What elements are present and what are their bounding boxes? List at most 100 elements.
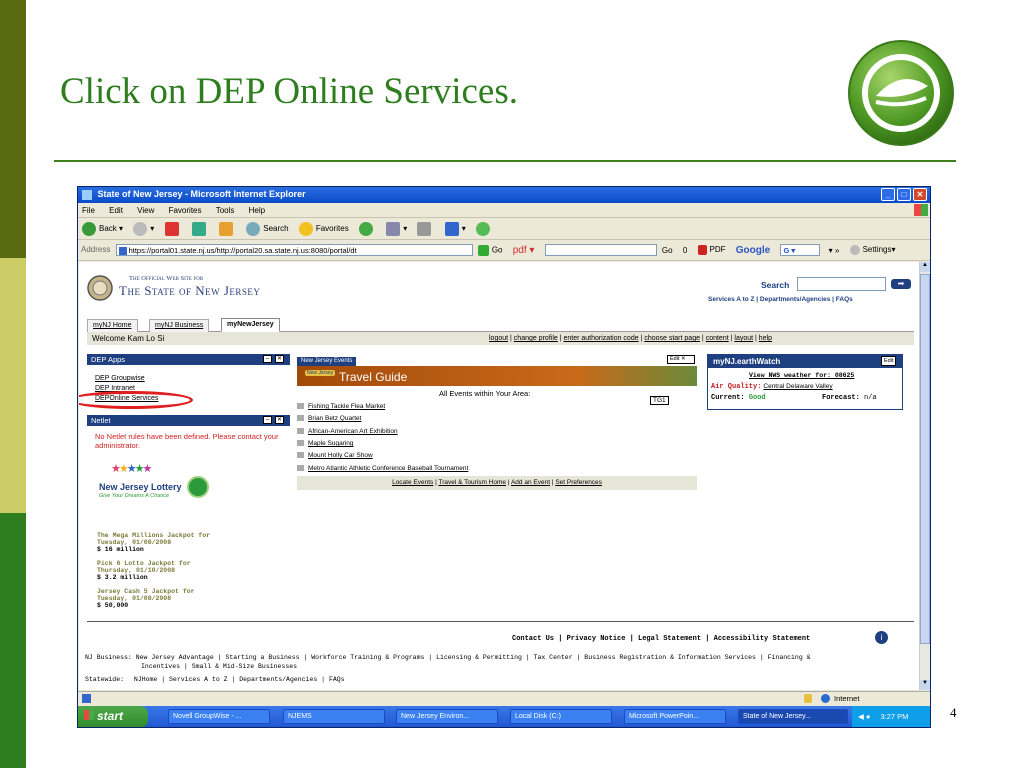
menu-tools[interactable]: Tools [216, 206, 235, 215]
help-link[interactable]: help [759, 335, 772, 342]
task-nj-environ[interactable]: New Jersey Environ... [396, 709, 498, 724]
tray-icons[interactable]: ◀ ● [858, 712, 872, 721]
lottery-stars-icon: ★★★★★ [111, 463, 152, 475]
task-label: Microsoft PowerPoin... [629, 713, 700, 720]
task-njems[interactable]: NJEMS [283, 709, 385, 724]
close-panel-icon[interactable]: ✕ [275, 355, 284, 363]
add-event-link[interactable]: Add an Event [511, 479, 550, 486]
start-button[interactable]: start [78, 706, 148, 727]
task-powerpoint[interactable]: Microsoft PowerPoin... [624, 709, 726, 724]
event-link[interactable]: Mount Holly Car Show [308, 452, 373, 459]
tab-mynj-business[interactable]: myNJ Business [149, 319, 210, 332]
minimize-panel-icon[interactable]: – [263, 416, 272, 424]
close-icon[interactable]: ✕ [913, 188, 927, 201]
pdf-button[interactable]: PDF [697, 245, 726, 255]
maximize-icon[interactable]: □ [897, 188, 911, 201]
accessibility-icon[interactable]: i [875, 631, 888, 644]
pdf-count: 0 [683, 246, 687, 255]
mail-button[interactable]: ▾ [386, 222, 407, 236]
event-link[interactable]: Fishing Tackle Flea Market [308, 403, 385, 410]
event-item[interactable]: Brian Betz Quartet [297, 415, 361, 422]
locate-events-link[interactable]: Locate Events [392, 479, 433, 486]
favorites-button[interactable]: Favorites [298, 222, 349, 236]
footer-links[interactable]: Contact Us | Privacy Notice | Legal Stat… [512, 635, 810, 643]
scroll-down-icon[interactable]: ▼ [920, 680, 930, 690]
pdf-go-button[interactable]: Go [662, 246, 673, 255]
event-link[interactable]: Metro Atlantic Athletic Conference Baseb… [308, 465, 468, 472]
forward-button[interactable]: ▾ [133, 222, 154, 236]
weather-link[interactable]: View NWS weather for: 08625 [749, 372, 854, 379]
minimize-icon[interactable]: _ [881, 188, 895, 201]
content-link[interactable]: content [706, 335, 729, 342]
event-item[interactable]: Fishing Tackle Flea Market [297, 403, 385, 410]
nj-business-links[interactable]: New Jersey Advantage | Starting a Busine… [136, 654, 811, 661]
dep-groupwise-link[interactable]: DEP Groupwise [95, 375, 145, 382]
event-link[interactable]: African-American Art Exhibition [308, 428, 398, 435]
lottery-item: Jersey Cash 5 Jackpot for Tuesday, 01/08… [97, 588, 195, 609]
menu-file[interactable]: File [82, 206, 95, 215]
portal-search-input[interactable] [797, 277, 886, 291]
choose-start-page-link[interactable]: choose start page [644, 335, 700, 342]
history-icon [358, 222, 373, 236]
statewide-links[interactable]: NJHome | Services A to Z | Departments/A… [134, 676, 345, 683]
task-groupwise[interactable]: Novell GroupWise - ... [168, 709, 270, 724]
layout-link[interactable]: layout [734, 335, 753, 342]
tab-mynj-home[interactable]: myNJ Home [87, 319, 138, 332]
menu-help[interactable]: Help [249, 206, 265, 215]
google-search-input[interactable]: G ▾ [780, 244, 821, 256]
stop-button[interactable] [164, 222, 182, 236]
menu-bar: File Edit View Favorites Tools Help [78, 203, 930, 218]
air-quality-region[interactable]: Central Delaware Valley [763, 383, 832, 390]
event-item[interactable]: African-American Art Exhibition [297, 428, 398, 435]
task-state-nj[interactable]: State of New Jersey... [738, 709, 848, 724]
print-button[interactable] [417, 222, 434, 236]
google-more-button[interactable]: ▾ » [829, 246, 840, 255]
event-link[interactable]: Brian Betz Quartet [308, 415, 361, 422]
minimize-panel-icon[interactable]: – [263, 355, 272, 363]
address-input[interactable]: https://portal01.state.nj.us/http://port… [115, 244, 473, 256]
events-edit-button[interactable]: Edit ✕ [667, 355, 695, 364]
change-profile-link[interactable]: change profile [514, 335, 558, 342]
nj-business-links-cont[interactable]: Incentives | Small & Mid-Size Businesses [141, 663, 297, 670]
nj-business-row: NJ Business: New Jersey Advantage | Star… [85, 654, 811, 661]
vertical-scrollbar[interactable]: ▲ ▼ [919, 262, 930, 690]
event-link[interactable]: Maple Sugaring [308, 440, 354, 447]
event-item[interactable]: Maple Sugaring [297, 440, 354, 447]
task-local-disk[interactable]: Local Disk (C:) [510, 709, 612, 724]
menu-favorites[interactable]: Favorites [169, 206, 202, 215]
home-button[interactable] [219, 222, 236, 236]
tab-mynewjersey[interactable]: myNewJersey [221, 318, 280, 332]
earthwatch-edit-button[interactable]: Edit [881, 356, 897, 366]
set-preferences-link[interactable]: Set Preferences [555, 479, 602, 486]
event-item[interactable]: Metro Atlantic Athletic Conference Baseb… [297, 465, 468, 472]
messenger-button[interactable] [475, 222, 493, 236]
logout-link[interactable]: logout [489, 335, 508, 342]
menu-edit[interactable]: Edit [109, 206, 123, 215]
events-tab: New Jersey Events [297, 357, 357, 366]
task-label: New Jersey Environ... [401, 713, 470, 720]
enter-auth-code-link[interactable]: enter authorization code [564, 335, 639, 342]
back-button[interactable]: Back ▾ [82, 222, 123, 236]
close-panel-icon[interactable]: ✕ [275, 416, 284, 424]
system-tray: ◀ ● 3:27 PM [852, 706, 930, 727]
edit-button[interactable]: ▾ [444, 222, 466, 236]
current-value: Good [748, 394, 766, 402]
lock-icon [804, 694, 812, 703]
event-item[interactable]: Mount Holly Car Show [297, 452, 373, 459]
portal-top-links[interactable]: Services A to Z | Departments/Agencies |… [708, 296, 853, 303]
side-bar-green [0, 513, 26, 768]
history-button[interactable] [358, 222, 376, 236]
lottery-brand: New Jersey Lottery [99, 482, 182, 492]
refresh-button[interactable] [191, 222, 209, 236]
settings-button[interactable]: Settings▾ [849, 245, 896, 255]
search-button[interactable]: Search [246, 222, 289, 236]
portal-search-button[interactable]: ➡ [891, 279, 911, 289]
star-icon [298, 222, 313, 236]
travel-tourism-link[interactable]: Travel & Tourism Home [438, 479, 506, 486]
address-go-button[interactable]: Go [477, 244, 503, 256]
pdf-search-input[interactable] [544, 244, 657, 256]
menu-view[interactable]: View [137, 206, 154, 215]
scroll-thumb[interactable] [920, 274, 930, 644]
scroll-up-icon[interactable]: ▲ [920, 262, 930, 272]
lottery-item-title: Jersey Cash 5 Jackpot for [97, 588, 195, 595]
